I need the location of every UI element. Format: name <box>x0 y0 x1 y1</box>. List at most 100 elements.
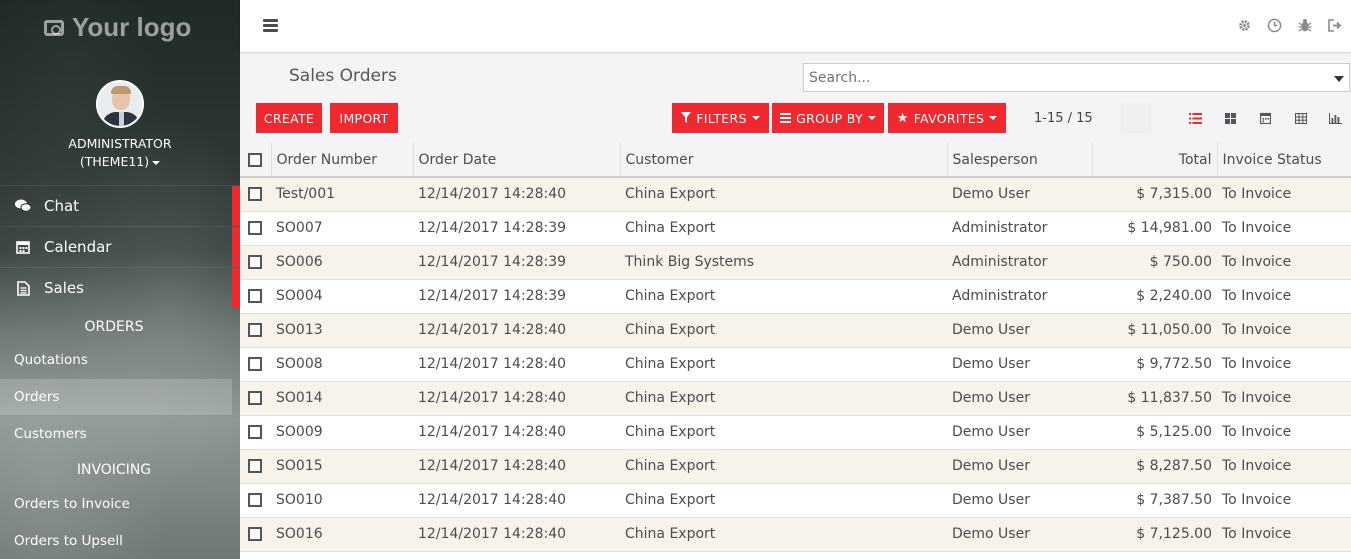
menu-item-sales[interactable]: Sales <box>0 267 240 308</box>
cell-total: $ 5,125.00 <box>1092 415 1217 450</box>
table-row[interactable]: SO016 12/14/2017 14:28:40 China Export Demo… <box>240 517 1351 552</box>
cell-order-date: 12/14/2017 14:28:39 <box>413 211 620 246</box>
hamburger-icon[interactable] <box>263 19 278 34</box>
column-header-salesperson[interactable]: Salesperson <box>947 143 1093 178</box>
pager-buttons[interactable] <box>1121 103 1151 133</box>
menu-item-label: Chat <box>44 197 80 215</box>
cell-salesperson: Administrator <box>947 245 1092 280</box>
search-dropdown-icon[interactable] <box>1334 76 1344 82</box>
import-button[interactable]: IMPORT <box>330 103 398 133</box>
table-row[interactable]: SO006 12/14/2017 14:28:39 Think Big System… <box>240 245 1351 280</box>
row-checkbox[interactable] <box>248 493 262 507</box>
row-checkbox[interactable] <box>248 221 262 235</box>
cell-invoice-status: To Invoice <box>1217 279 1351 314</box>
cell-invoice-status: To Invoice <box>1217 449 1351 484</box>
cell-order-date: 12/14/2017 14:28:40 <box>413 483 620 518</box>
table-row[interactable]: SO008 12/14/2017 14:28:40 China Export Demo… <box>240 347 1351 382</box>
menu-item-orders-to-invoice[interactable]: Orders to Invoice <box>0 486 232 522</box>
column-header-total[interactable]: Total <box>1092 143 1218 178</box>
search-input[interactable] <box>804 64 1349 91</box>
row-checkbox[interactable] <box>248 527 262 541</box>
cell-order-number: SO004 <box>271 279 413 314</box>
cell-total: $ 7,315.00 <box>1092 177 1217 212</box>
cell-invoice-status: To Invoice <box>1217 347 1351 382</box>
pivot-view-icon[interactable] <box>1283 109 1318 127</box>
favorites-button[interactable]: ★ FAVORITES <box>888 103 1006 133</box>
cell-total: $ 11,837.50 <box>1092 381 1217 416</box>
row-checkbox[interactable] <box>248 187 262 202</box>
select-all-checkbox[interactable] <box>248 152 262 167</box>
cell-salesperson: Demo User <box>947 517 1092 552</box>
column-header-order-number[interactable]: Order Number <box>271 143 414 178</box>
menu-item-calendar[interactable]: Calendar <box>0 226 240 267</box>
clock-icon[interactable] <box>1266 17 1283 34</box>
cell-customer: China Export <box>620 449 947 484</box>
column-header-customer[interactable]: Customer <box>620 143 948 178</box>
create-button[interactable]: CREATE <box>256 103 322 133</box>
group-by-label: GROUP BY <box>796 110 863 126</box>
row-checkbox[interactable] <box>248 323 262 337</box>
row-checkbox[interactable] <box>248 391 262 405</box>
calendar-view-icon[interactable] <box>1248 109 1283 127</box>
pager-value[interactable]: 1-15 / 15 <box>1034 111 1093 126</box>
column-header-invoice-status[interactable]: Invoice Status <box>1217 143 1351 178</box>
row-select-cell <box>240 415 271 450</box>
row-checkbox[interactable] <box>248 289 262 303</box>
cell-order-date: 12/14/2017 14:28:39 <box>413 279 620 314</box>
menu-item-label: Sales <box>44 279 84 297</box>
menu-item-orders-to-upsell[interactable]: Orders to Upsell <box>0 523 232 559</box>
table-row[interactable]: SO010 12/14/2017 14:28:40 China Export Demo… <box>240 483 1351 518</box>
cell-customer: China Export <box>620 211 947 246</box>
table-row[interactable]: SO009 12/14/2017 14:28:40 China Export Demo… <box>240 415 1351 450</box>
cell-order-number: SO010 <box>271 483 413 518</box>
graph-view-icon[interactable] <box>1318 109 1351 127</box>
camera-icon <box>44 19 64 36</box>
row-checkbox[interactable] <box>248 425 262 439</box>
column-header-order-date[interactable]: Order Date <box>413 143 621 178</box>
cell-order-date: 12/14/2017 14:28:40 <box>413 381 620 416</box>
table-row[interactable]: SO014 12/14/2017 14:28:40 China Export Demo… <box>240 381 1351 416</box>
logo-text: Your logo <box>72 12 192 42</box>
cell-order-number: Test/001 <box>271 177 413 212</box>
logo: Your logo <box>44 12 191 43</box>
row-checkbox[interactable] <box>248 459 262 473</box>
cell-customer: China Export <box>620 517 947 552</box>
cell-order-number: SO014 <box>271 381 413 416</box>
menu-item-chat[interactable]: Chat <box>0 185 240 226</box>
cell-customer: China Export <box>620 177 947 212</box>
cell-order-date: 12/14/2017 14:28:40 <box>413 177 620 212</box>
chevron-down-icon <box>751 116 760 120</box>
gear-icon[interactable] <box>1236 17 1253 34</box>
logout-icon[interactable] <box>1326 17 1343 34</box>
bug-icon[interactable] <box>1296 17 1313 34</box>
menu-item-label: Calendar <box>44 238 112 256</box>
cell-order-date: 12/14/2017 14:28:40 <box>413 347 620 382</box>
avatar[interactable] <box>96 80 144 128</box>
cell-salesperson: Administrator <box>947 279 1092 314</box>
cell-order-date: 12/14/2017 14:28:40 <box>413 313 620 348</box>
user-menu[interactable]: ADMINISTRATOR (THEME11) <box>0 135 240 171</box>
row-checkbox[interactable] <box>248 357 262 371</box>
list-icon <box>780 111 792 126</box>
group-by-button[interactable]: GROUP BY <box>772 103 884 133</box>
table-row[interactable]: SO015 12/14/2017 14:28:40 China Export Demo… <box>240 449 1351 484</box>
menu-item-customers[interactable]: Customers <box>0 416 232 452</box>
table-row[interactable]: SO004 12/14/2017 14:28:39 China Export Admi… <box>240 279 1351 314</box>
cell-order-date: 12/14/2017 14:28:40 <box>413 415 620 450</box>
menu-item-orders[interactable]: Orders <box>0 379 232 415</box>
row-select-cell <box>240 313 271 348</box>
row-checkbox[interactable] <box>248 255 262 269</box>
list-view-icon[interactable] <box>1178 109 1213 127</box>
kanban-view-icon[interactable] <box>1213 109 1248 127</box>
table-row[interactable]: Test/001 12/14/2017 14:28:40 China Export D… <box>240 177 1351 212</box>
cell-order-number: SO008 <box>271 347 413 382</box>
cell-order-number: SO013 <box>271 313 413 348</box>
menu-item-quotations[interactable]: Quotations <box>0 342 232 378</box>
table-row[interactable]: SO013 12/14/2017 14:28:40 China Export Demo… <box>240 313 1351 348</box>
create-button-label: CREATE <box>263 110 315 126</box>
table-row[interactable]: SO007 12/14/2017 14:28:39 China Export Admi… <box>240 211 1351 246</box>
cell-customer: China Export <box>620 381 947 416</box>
cell-invoice-status: To Invoice <box>1217 245 1351 280</box>
search-box <box>803 63 1350 92</box>
filters-button[interactable]: FILTERS <box>672 103 769 133</box>
